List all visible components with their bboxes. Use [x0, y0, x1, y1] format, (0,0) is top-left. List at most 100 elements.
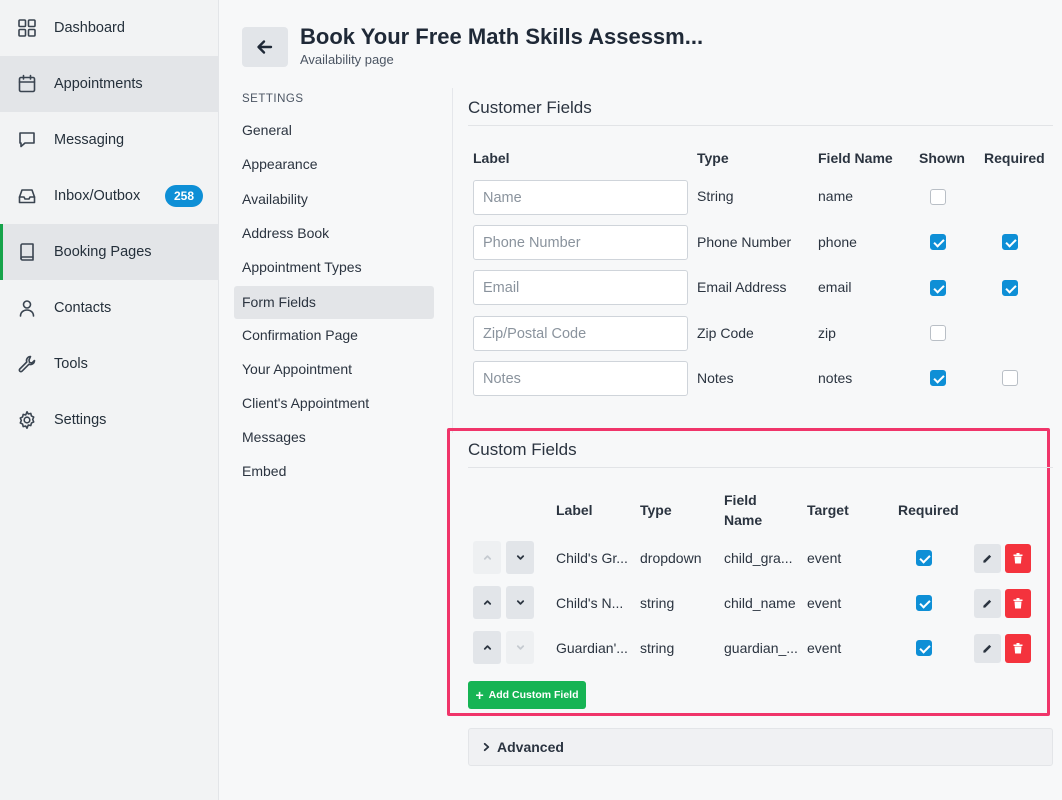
advanced-toggle[interactable]: Advanced — [468, 728, 1053, 766]
inbox-icon — [17, 186, 37, 206]
plus-icon: + — [475, 687, 484, 703]
edit-button[interactable] — [974, 634, 1001, 663]
field-name: zip — [818, 325, 836, 341]
custom-required-checkbox[interactable] — [916, 595, 932, 611]
delete-button[interactable] — [1005, 544, 1031, 573]
calendar-icon — [17, 74, 37, 94]
settings-heading: SETTINGS — [242, 93, 304, 105]
settings-item-appearance[interactable]: Appearance — [234, 148, 434, 181]
nav-item-appointments[interactable]: Appointments — [0, 56, 218, 112]
custom-fields-title: Custom Fields — [468, 440, 577, 459]
nav-item-messaging[interactable]: Messaging — [0, 112, 218, 168]
custom-col-header-name: Name — [724, 512, 763, 528]
settings-item-confirmation-page[interactable]: Confirmation Page — [234, 319, 434, 352]
custom-field-label: Guardian'... — [556, 640, 628, 656]
move-down-button[interactable] — [506, 631, 534, 664]
move-down-button[interactable] — [506, 541, 534, 574]
move-up-button[interactable] — [473, 631, 501, 664]
nav-label-booking-pages: Booking Pages — [54, 244, 152, 260]
phone-required-checkbox[interactable] — [1002, 234, 1018, 250]
chevron-down-icon — [516, 645, 524, 650]
gear-icon — [17, 410, 37, 430]
chat-icon — [17, 130, 37, 150]
nav-item-settings[interactable]: Settings — [0, 392, 218, 448]
move-up-button[interactable] — [473, 541, 501, 574]
settings-item-appointment-types[interactable]: Appointment Types — [234, 251, 434, 284]
settings-item-form-fields[interactable]: Form Fields — [234, 286, 434, 319]
arrow-left-icon — [257, 40, 273, 54]
email-label-input[interactable] — [473, 270, 688, 305]
user-icon — [17, 298, 37, 318]
grid-icon — [17, 18, 37, 38]
phone-shown-checkbox[interactable] — [930, 234, 946, 250]
settings-item-messages[interactable]: Messages — [234, 421, 434, 454]
col-header-required: Required — [984, 150, 1045, 166]
notes-required-checkbox[interactable] — [1002, 370, 1018, 386]
customer-fields-rule — [468, 125, 1053, 126]
field-name: notes — [818, 370, 853, 386]
nav-item-dashboard[interactable]: Dashboard — [0, 0, 218, 56]
custom-field-name: guardian_... — [724, 640, 798, 656]
add-custom-field-label: Add Custom Field — [488, 689, 579, 701]
settings-item-clients-appointment[interactable]: Client's Appointment — [234, 387, 434, 420]
content-divider — [452, 88, 453, 433]
custom-field-label: Child's Gr... — [556, 550, 628, 566]
pencil-icon — [983, 554, 992, 563]
email-required-checkbox[interactable] — [1002, 280, 1018, 296]
name-shown-checkbox[interactable] — [930, 189, 946, 205]
pencil-icon — [983, 644, 992, 653]
edit-button[interactable] — [974, 589, 1001, 618]
settings-item-general[interactable]: General — [234, 114, 434, 147]
custom-col-header-label: Label — [556, 502, 593, 518]
nav-item-tools[interactable]: Tools — [0, 336, 218, 392]
chevron-down-icon — [516, 555, 524, 560]
nav-label-inbox-outbox: Inbox/Outbox — [54, 188, 141, 204]
phone-label-input[interactable] — [473, 225, 688, 260]
nav-item-inbox-outbox[interactable]: Inbox/Outbox 258 — [0, 168, 218, 224]
chevron-right-icon — [483, 742, 490, 752]
settings-item-availability[interactable]: Availability — [234, 183, 434, 216]
trash-icon — [1013, 643, 1023, 654]
main-nav: Dashboard Appointments Messaging Inbox/O… — [0, 0, 219, 800]
nav-label-dashboard: Dashboard — [54, 20, 125, 36]
name-label-input[interactable] — [473, 180, 688, 215]
custom-required-checkbox[interactable] — [916, 640, 932, 656]
nav-label-messaging: Messaging — [54, 132, 125, 148]
field-type: Notes — [697, 370, 734, 386]
custom-required-checkbox[interactable] — [916, 550, 932, 566]
custom-col-header-required: Required — [898, 502, 959, 518]
field-type: Email Address — [697, 279, 787, 295]
settings-item-your-appointment[interactable]: Your Appointment — [234, 353, 434, 386]
edit-button[interactable] — [974, 544, 1001, 573]
move-up-button[interactable] — [473, 586, 501, 619]
delete-button[interactable] — [1005, 634, 1031, 663]
notes-label-input[interactable] — [473, 361, 688, 396]
page-subtitle: Availability page — [300, 52, 394, 67]
col-header-field-name: Field Name — [818, 150, 893, 166]
zip-shown-checkbox[interactable] — [930, 325, 946, 341]
nav-item-booking-pages[interactable]: Booking Pages — [0, 224, 218, 280]
chevron-up-icon — [483, 645, 491, 650]
col-header-label: Label — [473, 150, 510, 166]
zip-label-input[interactable] — [473, 316, 688, 351]
back-button[interactable] — [242, 27, 288, 67]
custom-field-type: string — [640, 595, 675, 611]
col-header-type: Type — [697, 150, 729, 166]
chevron-down-icon — [516, 600, 524, 605]
notes-shown-checkbox[interactable] — [930, 370, 946, 386]
col-header-shown: Shown — [919, 150, 965, 166]
custom-field-target: event — [807, 550, 842, 566]
settings-item-address-book[interactable]: Address Book — [234, 217, 434, 250]
nav-item-contacts[interactable]: Contacts — [0, 280, 218, 336]
custom-field-name: child_name — [724, 595, 796, 611]
nav-label-tools: Tools — [54, 356, 88, 372]
custom-field-type: string — [640, 640, 675, 656]
add-custom-field-button[interactable]: + Add Custom Field — [468, 681, 586, 709]
field-type: String — [697, 188, 734, 204]
field-name: email — [818, 279, 852, 295]
move-down-button[interactable] — [506, 586, 534, 619]
settings-item-embed[interactable]: Embed — [234, 455, 434, 488]
custom-field-type: dropdown — [640, 550, 702, 566]
delete-button[interactable] — [1005, 589, 1031, 618]
email-shown-checkbox[interactable] — [930, 280, 946, 296]
